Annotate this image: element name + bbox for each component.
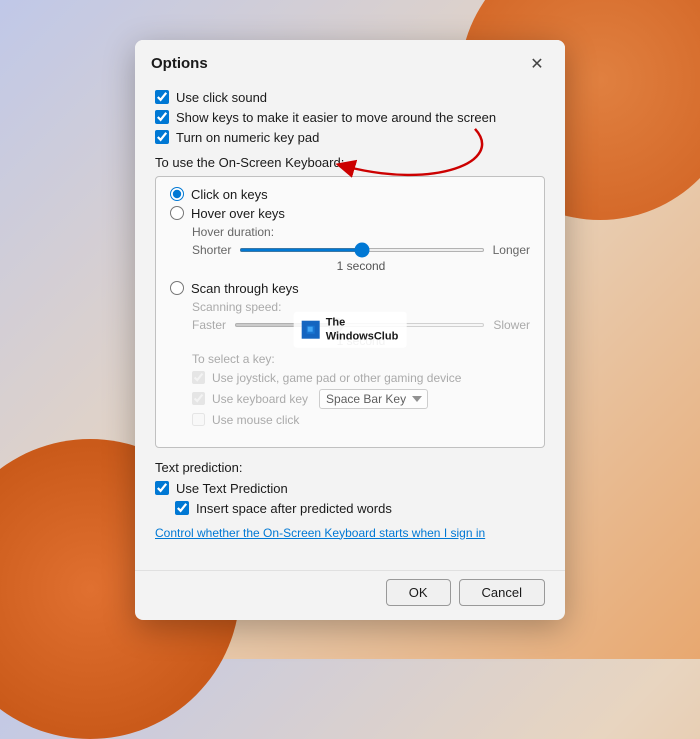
text-prediction-label: Text prediction: xyxy=(155,460,545,475)
mouse-click-label: Use mouse click xyxy=(212,413,299,427)
hover-over-keys-radio[interactable] xyxy=(170,206,184,220)
shorter-label: Shorter xyxy=(192,243,231,257)
hover-slider-value-label: 1 second xyxy=(192,259,530,273)
dialog-content: Use click sound Show keys to make it eas… xyxy=(135,84,565,566)
use-text-prediction-checkbox[interactable] xyxy=(155,481,169,495)
insert-space-row: Insert space after predicted words xyxy=(175,501,545,516)
dialog-title: Options xyxy=(151,55,208,72)
numeric-keypad-checkbox[interactable] xyxy=(155,130,169,144)
close-button[interactable]: ✕ xyxy=(525,52,549,76)
click-on-keys-row: Click on keys xyxy=(170,187,530,202)
titlebar: Options ✕ xyxy=(135,40,565,84)
keyboard-key-checkbox[interactable] xyxy=(192,392,205,405)
cancel-button[interactable]: Cancel xyxy=(459,579,545,606)
ok-button[interactable]: OK xyxy=(386,579,451,606)
scanning-speed-group: Scanning speed: Faster Slower 1 second T… xyxy=(192,300,530,427)
scanning-speed-slider[interactable] xyxy=(234,323,485,327)
hover-duration-slider[interactable] xyxy=(239,248,484,252)
scan-through-keys-row: Scan through keys xyxy=(170,281,530,296)
hover-over-keys-label: Hover over keys xyxy=(191,206,285,221)
show-keys-row: Show keys to make it easier to move arou… xyxy=(155,110,545,125)
use-click-sound-label: Use click sound xyxy=(176,90,267,105)
click-on-keys-radio[interactable] xyxy=(170,187,184,201)
numeric-keypad-label: Turn on numeric key pad xyxy=(176,130,319,145)
keyboard-options-section: Click on keys Hover over keys Hover dura… xyxy=(155,176,545,448)
hover-slider-row: Shorter Longer xyxy=(192,243,530,257)
mouse-click-checkbox[interactable] xyxy=(192,413,205,426)
joystick-label: Use joystick, game pad or other gaming d… xyxy=(212,371,461,385)
scan-slider-value-label: 1 second xyxy=(192,334,530,348)
scan-through-keys-radio[interactable] xyxy=(170,281,184,295)
insert-space-checkbox[interactable] xyxy=(175,501,189,515)
show-keys-checkbox[interactable] xyxy=(155,110,169,124)
to-use-label: To use the On-Screen Keyboard: xyxy=(155,155,545,170)
click-on-keys-label: Click on keys xyxy=(191,187,268,202)
options-dialog: Options ✕ Use click sound Show keys to m… xyxy=(135,40,565,620)
use-text-prediction-label: Use Text Prediction xyxy=(176,481,288,496)
hover-duration-label: Hover duration: xyxy=(192,225,530,239)
scan-through-keys-label: Scan through keys xyxy=(191,281,299,296)
mouse-click-row: Use mouse click xyxy=(192,413,530,427)
use-click-sound-row: Use click sound xyxy=(155,90,545,105)
keyboard-key-select[interactable]: Space Bar Key xyxy=(319,389,428,409)
numeric-keypad-row: Turn on numeric key pad xyxy=(155,130,545,145)
use-text-prediction-row: Use Text Prediction xyxy=(155,481,545,496)
scan-slider-row: Faster Slower xyxy=(192,318,530,332)
text-prediction-section: Text prediction: Use Text Prediction Ins… xyxy=(155,460,545,516)
keyboard-starts-link[interactable]: Control whether the On-Screen Keyboard s… xyxy=(155,526,545,540)
slower-label: Slower xyxy=(493,318,530,332)
show-keys-label: Show keys to make it easier to move arou… xyxy=(176,110,496,125)
dialog-footer: OK Cancel xyxy=(135,570,565,620)
longer-label: Longer xyxy=(493,243,530,257)
insert-space-label: Insert space after predicted words xyxy=(196,501,392,516)
hover-duration-group: Hover duration: Shorter Longer 1 second xyxy=(192,225,530,273)
keyboard-key-label: Use keyboard key xyxy=(212,392,308,406)
to-select-key-label: To select a key: xyxy=(192,352,530,366)
joystick-row: Use joystick, game pad or other gaming d… xyxy=(192,371,530,385)
scanning-speed-label: Scanning speed: xyxy=(192,300,530,314)
joystick-checkbox[interactable] xyxy=(192,371,205,384)
keyboard-key-row: Use keyboard key Space Bar Key xyxy=(192,389,530,409)
use-click-sound-checkbox[interactable] xyxy=(155,90,169,104)
faster-label: Faster xyxy=(192,318,226,332)
hover-over-keys-row: Hover over keys xyxy=(170,206,530,221)
